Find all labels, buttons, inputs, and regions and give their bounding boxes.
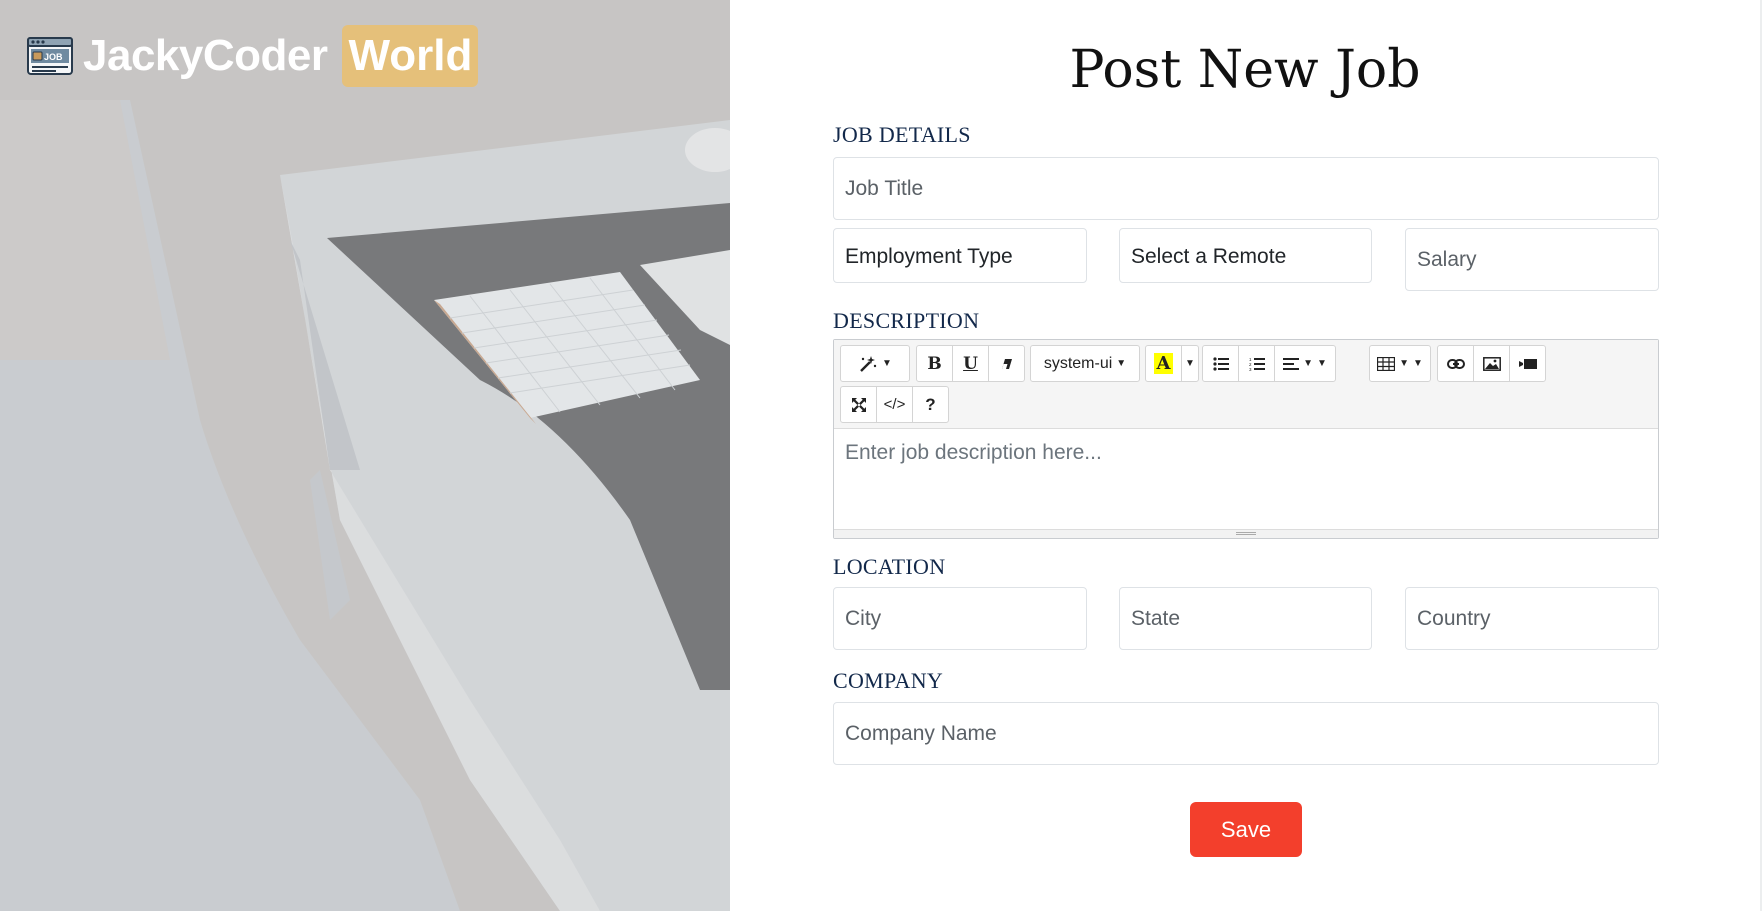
caret-down-icon: ▼: [1303, 358, 1313, 369]
font-name-group: system-ui ▼: [1030, 345, 1140, 382]
align-icon: [1283, 357, 1300, 370]
company-name-input[interactable]: [833, 702, 1659, 765]
underline-icon: U: [963, 353, 978, 374]
fullscreen-button[interactable]: [840, 386, 877, 423]
table-dropdown-button[interactable]: ▼ ▼: [1369, 345, 1431, 382]
salary-input[interactable]: [1405, 228, 1659, 291]
section-company: COMPANY: [833, 668, 944, 693]
brand-highlight: World: [342, 25, 479, 87]
font-name-value: system-ui: [1043, 354, 1113, 372]
save-button[interactable]: Save: [1190, 802, 1302, 857]
view-group: </> ?: [840, 386, 949, 423]
table-icon: [1377, 356, 1396, 371]
employment-type-value: Employment Type: [845, 245, 1013, 268]
job-title-input[interactable]: [833, 157, 1659, 220]
page-title: Post New Job: [1069, 40, 1421, 100]
insert-group: [1437, 345, 1546, 382]
unordered-list-icon: [1212, 356, 1229, 371]
unordered-list-button[interactable]: [1202, 345, 1239, 382]
color-group: A ▼: [1145, 345, 1199, 382]
remote-value: Select a Remote: [1131, 245, 1287, 268]
section-job-details: JOB DETAILS: [833, 122, 971, 147]
editor-toolbar: ▼ B U system-ui ▼ A ▼ 1 2 3 ▼ ▼ ▼ ▼ </> …: [834, 340, 1658, 429]
bold-icon: B: [927, 353, 942, 374]
fullscreen-icon: [851, 397, 866, 412]
video-icon: [1518, 358, 1537, 369]
caret-down-icon: ▼: [1413, 358, 1423, 369]
picture-button[interactable]: [1473, 345, 1510, 382]
align-dropdown-button[interactable]: ▼ ▼: [1274, 345, 1336, 382]
paragraph-group: 123 ▼ ▼: [1202, 345, 1336, 382]
underline-button[interactable]: U: [952, 345, 989, 382]
brand-name: JackyCoder: [83, 31, 328, 80]
table-group: ▼ ▼: [1369, 345, 1431, 382]
eraser-icon: [1001, 358, 1012, 369]
job-browser-icon: JOB: [27, 37, 73, 75]
text-color-button[interactable]: A: [1145, 345, 1182, 382]
employment-type-select[interactable]: Employment Type: [833, 228, 1087, 283]
description-textarea[interactable]: [834, 429, 1658, 529]
code-view-button[interactable]: </>: [876, 386, 913, 423]
code-view-icon: </>: [883, 396, 906, 413]
magic-style-icon: [860, 355, 877, 372]
brand[interactable]: JOB JackyCoder World: [27, 25, 479, 87]
help-icon: ?: [925, 394, 936, 414]
section-description: DESCRIPTION: [833, 308, 980, 333]
font-style-group: B U: [916, 345, 1025, 382]
remote-select[interactable]: Select a Remote: [1119, 228, 1372, 283]
caret-down-icon: ▼: [1185, 358, 1195, 369]
desk-photo: [0, 0, 730, 911]
hero-panel: JOB JackyCoder World: [0, 0, 730, 911]
font-name-dropdown[interactable]: system-ui ▼: [1030, 345, 1140, 382]
color-dropdown-button[interactable]: ▼: [1181, 345, 1199, 382]
help-button[interactable]: ?: [912, 386, 949, 423]
svg-text:3: 3: [1249, 367, 1252, 371]
text-color-icon: A: [1153, 353, 1174, 374]
caret-down-icon: ▼: [1116, 358, 1127, 369]
video-button[interactable]: [1509, 345, 1546, 382]
style-group: ▼: [840, 345, 910, 382]
caret-down-icon: ▼: [1399, 358, 1409, 369]
magic-style-button[interactable]: ▼: [840, 345, 910, 382]
country-input[interactable]: [1405, 587, 1659, 650]
post-job-form: Post New Job JOB DETAILS Employment Type…: [730, 0, 1762, 911]
ordered-list-button[interactable]: 123: [1238, 345, 1275, 382]
resize-grip-icon: [1236, 532, 1256, 533]
city-input[interactable]: [833, 587, 1087, 650]
description-editor: ▼ B U system-ui ▼ A ▼ 1 2 3 ▼ ▼ ▼ ▼ </> …: [833, 339, 1659, 539]
bold-button[interactable]: B: [916, 345, 953, 382]
ordered-list-icon: 123: [1249, 357, 1265, 371]
brand-icon-text: JOB: [44, 52, 63, 62]
link-button[interactable]: [1437, 345, 1474, 382]
caret-down-icon: ▼: [882, 358, 892, 369]
link-icon: [1446, 358, 1465, 369]
picture-icon: [1482, 356, 1501, 371]
clear-format-button[interactable]: [988, 345, 1025, 382]
state-input[interactable]: [1119, 587, 1372, 650]
editor-resize-handle[interactable]: [834, 529, 1658, 538]
section-location: LOCATION: [833, 554, 946, 579]
caret-down-icon: ▼: [1317, 358, 1327, 369]
